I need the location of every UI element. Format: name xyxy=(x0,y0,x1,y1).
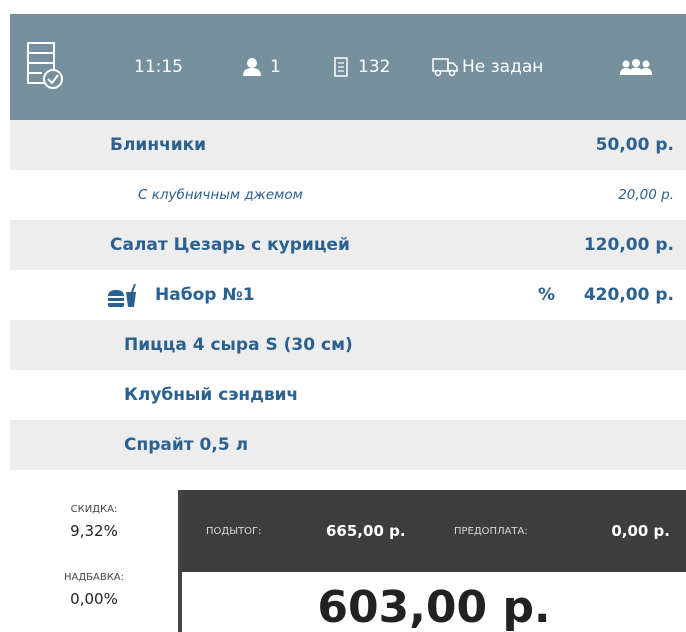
delivery-truck-icon xyxy=(432,58,458,77)
discount-label: СКИДКА: xyxy=(70,504,118,515)
item-price: 50,00 р. xyxy=(595,135,674,155)
discount-markup-panel[interactable]: СКИДКА: 9,32% НАДБАВКА: 0,00% xyxy=(10,490,182,632)
combo-set-row[interactable]: Набор №1 % 420,00 р. xyxy=(10,270,686,320)
guests-group-button[interactable] xyxy=(620,14,652,120)
modifier-name: С клубничным джемом xyxy=(138,187,303,203)
order-item-row[interactable]: Салат Цезарь с курицей 120,00 р. xyxy=(10,220,686,270)
item-price: 120,00 р. xyxy=(583,235,674,255)
component-name: Клубный сэндвич xyxy=(124,385,299,405)
delivery-selector[interactable]: Не задан xyxy=(432,14,543,120)
order-header: 11:15 1 132 Не задан xyxy=(10,14,686,120)
time-display: 11:15 xyxy=(134,14,183,120)
guests-group-icon xyxy=(620,59,652,75)
time-text: 11:15 xyxy=(134,57,183,77)
order-items-list: Блинчики 50,00 р. С клубничным джемом 20… xyxy=(10,120,686,470)
item-name: Салат Цезарь с курицей xyxy=(110,235,350,255)
list-spacer xyxy=(10,470,686,490)
item-name: Блинчики xyxy=(110,135,207,155)
markup-label: НАДБАВКА: xyxy=(63,572,125,583)
combo-component-row[interactable]: Спрайт 0,5 л xyxy=(10,420,686,470)
subtotal-label: ПОДЫТОГ: xyxy=(206,526,262,537)
combo-component-row[interactable]: Клубный сэндвич xyxy=(10,370,686,420)
order-number[interactable]: 132 xyxy=(334,14,390,120)
component-name: Пицца 4 сыра S (30 см) xyxy=(124,335,353,355)
prepayment-value: 0,00 р. xyxy=(611,522,670,540)
discount-percent-icon: % xyxy=(538,285,556,305)
combo-name: Набор №1 xyxy=(155,285,255,305)
discount-value: 9,32% xyxy=(70,522,118,540)
component-name: Спрайт 0,5 л xyxy=(124,435,249,455)
receipt-icon xyxy=(334,57,348,77)
order-number-text: 132 xyxy=(358,57,391,77)
order-item-row[interactable]: Блинчики 50,00 р. xyxy=(10,120,686,170)
modifier-row[interactable]: С клубничным джемом 20,00 р. xyxy=(10,170,686,220)
guests-text: 1 xyxy=(270,57,281,77)
person-icon xyxy=(243,58,261,76)
total-amount: 603,00 р. xyxy=(182,572,686,632)
modifier-price: 20,00 р. xyxy=(618,187,674,203)
combo-meal-icon xyxy=(108,284,136,307)
subtotal-bar: ПОДЫТОГ: 665,00 р. ПРЕДОПЛАТА: 0,00 р. xyxy=(182,490,686,572)
delivery-text: Не задан xyxy=(462,57,544,77)
combo-price: 420,00 р. xyxy=(583,285,674,305)
guests-count[interactable]: 1 xyxy=(242,14,281,120)
subtotal-value: 665,00 р. xyxy=(326,522,406,540)
prepayment-label: ПРЕДОПЛАТА: xyxy=(454,526,528,537)
markup-value: 0,00% xyxy=(70,590,118,608)
combo-component-row[interactable]: Пицца 4 сыра S (30 см) xyxy=(10,320,686,370)
order-check-icon[interactable] xyxy=(26,14,66,120)
